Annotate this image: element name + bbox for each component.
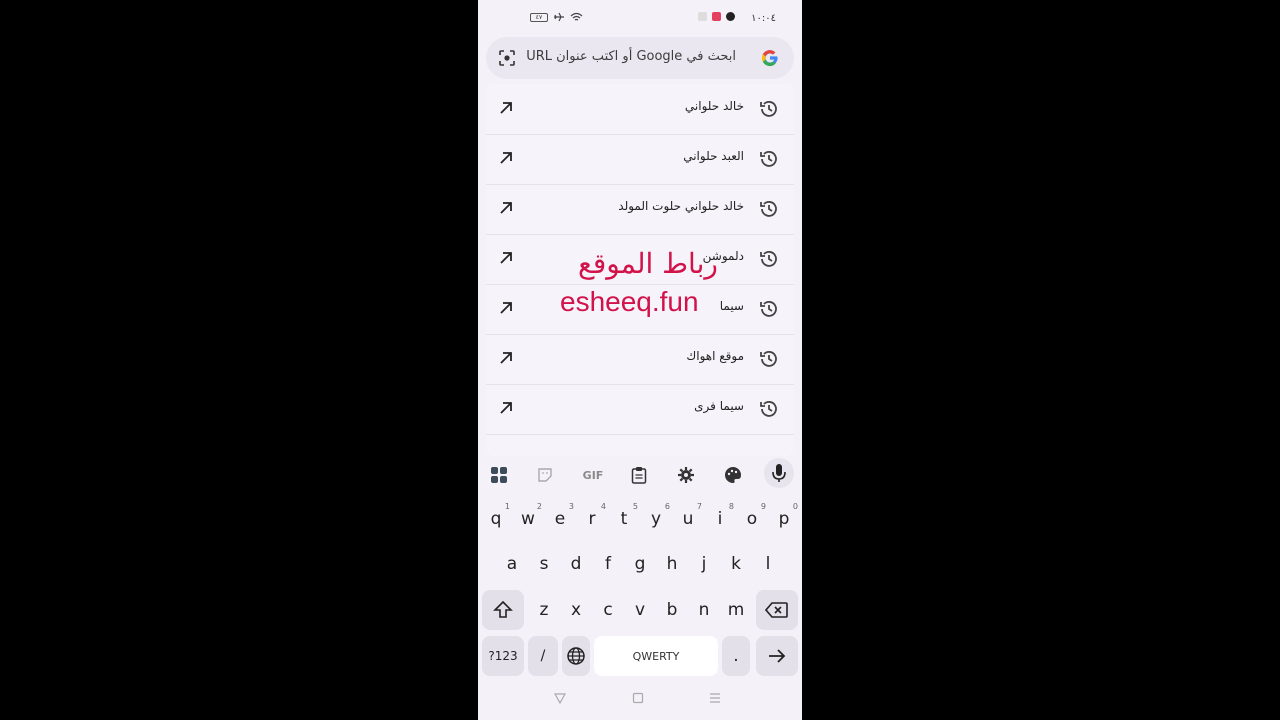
search-bar[interactable]: ابحث في Google أو اكتب عنوان URL bbox=[486, 37, 794, 79]
globe-icon bbox=[567, 647, 585, 665]
settings-gear-icon[interactable] bbox=[675, 464, 697, 486]
key-a[interactable]: a bbox=[496, 544, 528, 584]
key-e[interactable]: e3 bbox=[544, 499, 576, 539]
key-r[interactable]: r4 bbox=[576, 499, 608, 539]
suggestion-label: خالد حلواني bbox=[684, 99, 744, 113]
history-icon bbox=[760, 251, 777, 267]
suggestion-row[interactable]: خالد حلواني حلوت المولد bbox=[486, 184, 794, 235]
history-icon bbox=[760, 151, 777, 167]
suggestion-row[interactable]: العبد حلواني bbox=[486, 134, 794, 185]
notification-icon bbox=[698, 12, 707, 21]
insert-arrow-icon[interactable] bbox=[498, 100, 514, 116]
battery-icon: ٤٧ bbox=[530, 12, 548, 22]
suggestion-label: سيما bbox=[719, 299, 744, 313]
key-g[interactable]: g bbox=[624, 544, 656, 584]
recents-icon[interactable] bbox=[709, 692, 721, 704]
key-i[interactable]: i8 bbox=[704, 499, 736, 539]
insert-arrow-icon[interactable] bbox=[498, 400, 514, 416]
shift-key[interactable] bbox=[482, 590, 524, 630]
backspace-key[interactable] bbox=[756, 590, 798, 630]
keyboard-toolbar: GIF bbox=[478, 458, 802, 492]
gif-button[interactable]: GIF bbox=[580, 464, 606, 486]
space-key[interactable]: QWERTY bbox=[594, 636, 718, 676]
suggestion-label: موقع اهواك bbox=[686, 349, 744, 363]
key-v[interactable]: v bbox=[624, 590, 656, 630]
google-lens-icon[interactable] bbox=[498, 49, 516, 67]
apps-grid-icon[interactable] bbox=[488, 464, 510, 486]
clipboard-icon[interactable] bbox=[628, 464, 650, 486]
key-z[interactable]: z bbox=[528, 590, 560, 630]
enter-key[interactable] bbox=[756, 636, 798, 676]
suggestion-label: العبد حلواني bbox=[683, 149, 744, 163]
wifi-icon bbox=[570, 12, 583, 21]
key-w[interactable]: w2 bbox=[512, 499, 544, 539]
search-placeholder: ابحث في Google أو اكتب عنوان URL bbox=[526, 49, 736, 64]
key-t[interactable]: t5 bbox=[608, 499, 640, 539]
key-h[interactable]: h bbox=[656, 544, 688, 584]
watermark-url: esheeq.fun bbox=[560, 286, 699, 317]
phone-screen: ٤٧ ١٠:٠٤ ابحث في Google أو اكتب عنوان UR… bbox=[478, 0, 802, 720]
history-icon bbox=[760, 301, 777, 317]
insert-arrow-icon[interactable] bbox=[498, 350, 514, 366]
theme-palette-icon[interactable] bbox=[722, 464, 744, 486]
key-d[interactable]: d bbox=[560, 544, 592, 584]
suggestion-row[interactable]: موقع اهواك bbox=[486, 334, 794, 385]
google-icon bbox=[761, 50, 778, 67]
symbols-key[interactable]: ?123 bbox=[482, 636, 524, 676]
key-f[interactable]: f bbox=[592, 544, 624, 584]
history-icon bbox=[760, 101, 777, 117]
key-j[interactable]: j bbox=[688, 544, 720, 584]
key-x[interactable]: x bbox=[560, 590, 592, 630]
slash-key[interactable]: / bbox=[528, 636, 558, 676]
history-icon bbox=[760, 201, 777, 217]
back-icon[interactable] bbox=[554, 692, 566, 704]
keyboard: q1 w2 e3 r4 t5 y6 u7 i8 o9 p0 a s d f g … bbox=[478, 494, 802, 684]
status-left-icons: ٤٧ bbox=[530, 12, 583, 22]
key-q[interactable]: q1 bbox=[480, 499, 512, 539]
suggestion-row[interactable]: سيما فرى bbox=[486, 384, 794, 435]
clock: ١٠:٠٤ bbox=[751, 13, 776, 24]
microphone-icon bbox=[772, 464, 786, 482]
backspace-icon bbox=[765, 602, 788, 618]
key-n[interactable]: n bbox=[688, 590, 720, 630]
arrow-right-icon bbox=[769, 649, 786, 663]
suggestion-label: سيما فرى bbox=[694, 399, 744, 413]
airplane-icon bbox=[554, 12, 564, 22]
insert-arrow-icon[interactable] bbox=[498, 150, 514, 166]
status-bar: ٤٧ ١٠:٠٤ bbox=[478, 10, 802, 30]
instagram-icon bbox=[712, 12, 721, 21]
voice-input-button[interactable] bbox=[764, 458, 794, 488]
key-k[interactable]: k bbox=[720, 544, 752, 584]
watermark-arabic: رباط الموقع bbox=[578, 247, 718, 280]
navigation-bar bbox=[478, 688, 802, 712]
key-o[interactable]: o9 bbox=[736, 499, 768, 539]
home-icon[interactable] bbox=[632, 692, 644, 704]
suggestion-label: خالد حلواني حلوت المولد bbox=[618, 199, 744, 213]
key-b[interactable]: b bbox=[656, 590, 688, 630]
key-c[interactable]: c bbox=[592, 590, 624, 630]
key-y[interactable]: y6 bbox=[640, 499, 672, 539]
insert-arrow-icon[interactable] bbox=[498, 300, 514, 316]
insert-arrow-icon[interactable] bbox=[498, 200, 514, 216]
shift-icon bbox=[493, 600, 513, 618]
key-s[interactable]: s bbox=[528, 544, 560, 584]
insert-arrow-icon[interactable] bbox=[498, 250, 514, 266]
facebook-icon bbox=[726, 12, 735, 21]
status-notification-icons bbox=[698, 12, 735, 21]
language-key[interactable] bbox=[562, 636, 590, 676]
suggestion-row[interactable]: خالد حلواني bbox=[486, 84, 794, 135]
history-icon bbox=[760, 351, 777, 367]
key-m[interactable]: m bbox=[720, 590, 752, 630]
period-key[interactable]: . bbox=[722, 636, 750, 676]
key-p[interactable]: p0 bbox=[768, 499, 800, 539]
sticker-icon[interactable] bbox=[534, 464, 556, 486]
key-u[interactable]: u7 bbox=[672, 499, 704, 539]
key-l[interactable]: l bbox=[752, 544, 784, 584]
history-icon bbox=[760, 401, 777, 417]
